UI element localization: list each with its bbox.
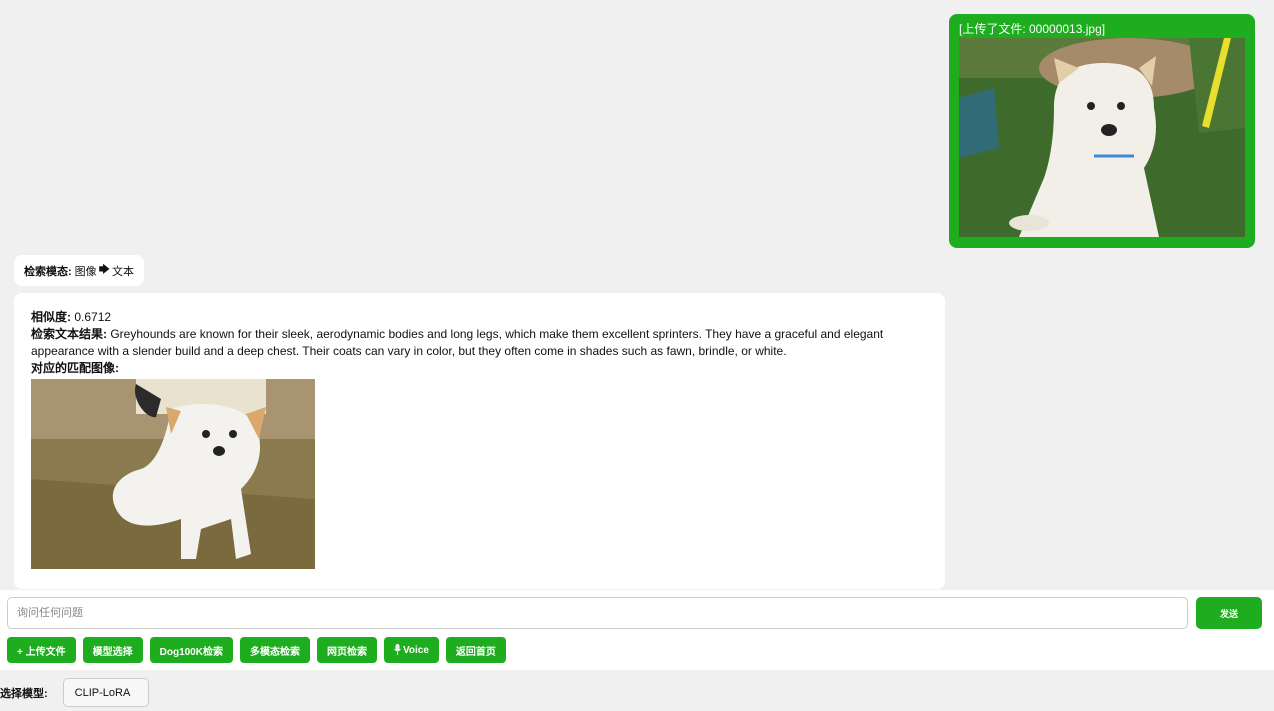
result-message-bubble: 相似度: 0.6712 检索文本结果: Greyhounds are known… <box>14 293 945 589</box>
query-input[interactable] <box>7 597 1188 629</box>
model-label: 选择模型: <box>0 687 48 700</box>
upload-file-button[interactable]: + 上传文件 <box>7 637 76 663</box>
voice-label: Voice <box>402 644 429 656</box>
chat-input-area: 发送 + 上传文件 模型选择 Dog100K检索 多模态检索 网页检索 Voic… <box>0 590 1274 670</box>
matched-image-label: 对应的匹配图像: <box>31 361 119 375</box>
user-message-bubble: [上传了文件: 00000013.jpg] <box>949 14 1255 248</box>
model-select-button[interactable]: 模型选择 <box>82 637 143 663</box>
text-result-value: Greyhounds are known for their sleek, ae… <box>31 327 884 358</box>
toolbar: + 上传文件 模型选择 Dog100K检索 多模态检索 网页检索 Voice 返… <box>7 637 506 663</box>
matched-dog-photo <box>31 379 315 569</box>
text-result-line: 检索文本结果: Greyhounds are known for their s… <box>31 326 928 360</box>
microphone-icon <box>394 643 401 657</box>
model-selected-value: CLIP-LoRA <box>74 686 131 699</box>
upload-caption: [上传了文件: 00000013.jpg] <box>959 22 1106 36</box>
mode-from: 图像 <box>74 265 97 278</box>
arrow-right-icon: 🡆 <box>98 264 111 276</box>
text-result-label: 检索文本结果: <box>31 327 107 341</box>
similarity-value: 0.6712 <box>74 310 112 324</box>
mode-to: 文本 <box>112 265 135 278</box>
back-home-button[interactable]: 返回首页 <box>445 637 506 663</box>
voice-button[interactable]: Voice <box>383 637 439 663</box>
dog100k-search-button[interactable]: Dog100K检索 <box>149 637 233 663</box>
model-select-row: 选择模型: CLIP-LoRA <box>0 678 150 707</box>
uploaded-dog-photo <box>959 38 1245 237</box>
similarity-label: 相似度: <box>31 310 71 324</box>
matched-image-line: 对应的匹配图像: <box>31 360 928 377</box>
send-button[interactable]: 发送 <box>1196 597 1262 629</box>
multimodal-search-button[interactable]: 多模态检索 <box>239 637 310 663</box>
model-dropdown[interactable]: CLIP-LoRA <box>62 678 150 707</box>
mode-label: 检索模态: <box>24 265 72 278</box>
retrieval-mode-pill: 检索模态: 图像 🡆 文本 <box>14 255 145 286</box>
similarity-line: 相似度: 0.6712 <box>31 309 928 326</box>
web-search-button[interactable]: 网页检索 <box>316 637 377 663</box>
